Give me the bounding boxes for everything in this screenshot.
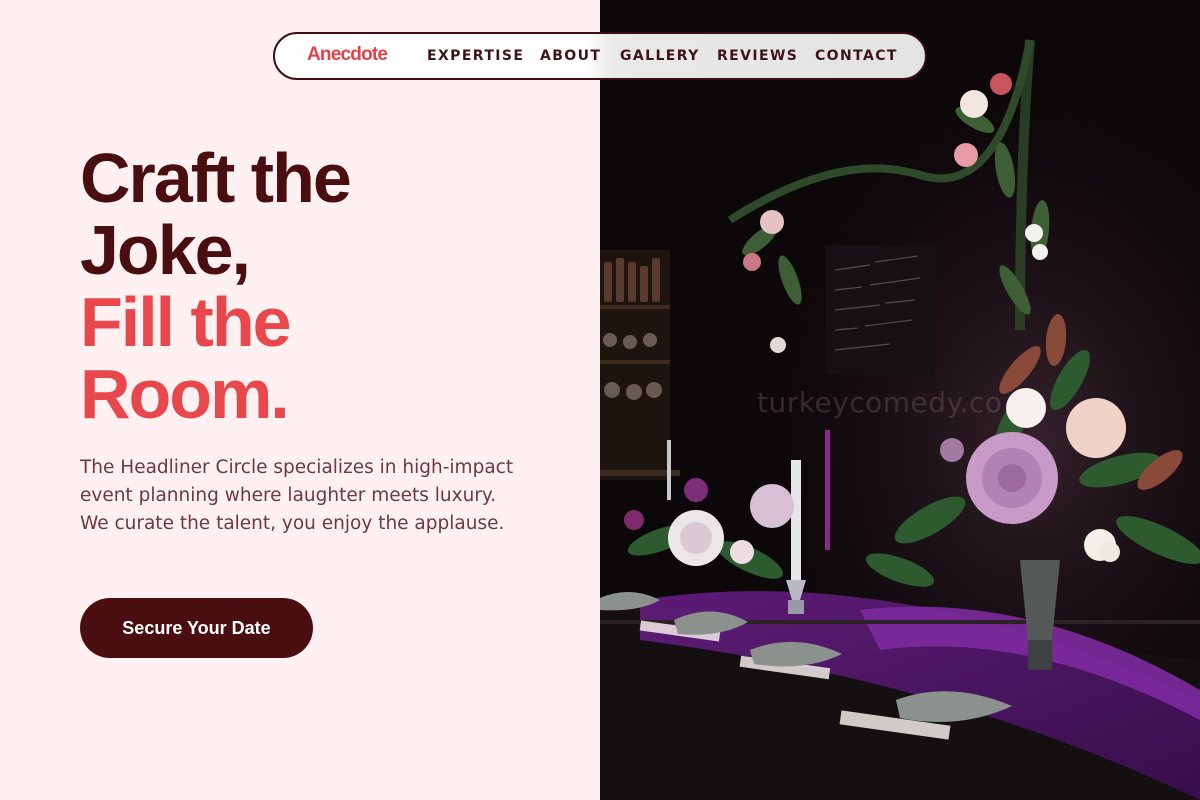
top-navigation: Anecdote EXPERTISE ABOUT GALLERY REVIEWS… [273,32,927,80]
headline-line-1: Craft the [80,139,352,217]
hero-photo: turkeycomedy.co [600,0,1200,800]
nav-link-gallery[interactable]: GALLERY [620,48,700,64]
headline-line-4: Room. [80,355,290,433]
secure-your-date-button[interactable]: Secure Your Date [80,598,313,658]
hero-headline: Craft the Joke, Fill the Room. [80,142,580,430]
headline-line-3: Fill the [80,283,292,361]
nav-link-expertise[interactable]: EXPERTISE [427,48,524,64]
banquet-table-photo [600,0,1200,800]
headline-line-2: Joke, [80,211,251,289]
nav-link-reviews[interactable]: REVIEWS [717,48,798,64]
nav-link-contact[interactable]: CONTACT [815,48,898,64]
brand-logo[interactable]: Anecdote [307,44,388,66]
nav-link-about[interactable]: ABOUT [540,48,601,64]
hero-left-pane: Craft the Joke, Fill the Room. The Headl… [0,0,600,800]
hero-description: The Headliner Circle specializes in high… [80,457,514,534]
